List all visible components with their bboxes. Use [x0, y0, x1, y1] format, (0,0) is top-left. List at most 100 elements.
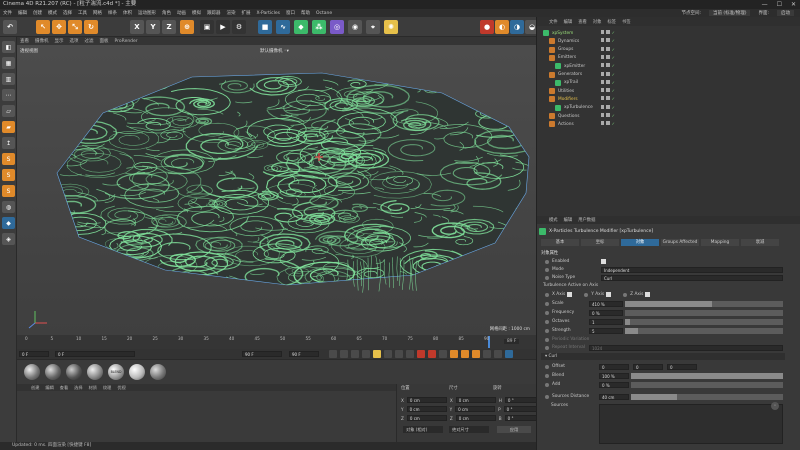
play-icon[interactable]	[373, 350, 381, 358]
frame-end-field-2[interactable]: 90 F	[289, 351, 319, 357]
visibility-dot-icon[interactable]	[601, 79, 605, 84]
object-menu-item[interactable]: 编辑	[564, 19, 573, 25]
viewport-menu-item[interactable]: 选项	[70, 38, 79, 44]
visibility-dot-icon[interactable]	[601, 54, 605, 59]
z-axis-checkbox[interactable]	[645, 292, 651, 297]
pos-y-field[interactable]: 0 cm	[406, 406, 447, 412]
array-icon[interactable]: ⁂	[312, 20, 326, 34]
render-view-icon[interactable]: ▶	[216, 20, 230, 34]
timeline-ruler[interactable]: 89 F 0 5 10 15 20 25 30 35 40 45 50 55 60 65 70 75 80 85 9…	[17, 335, 536, 349]
visibility-dot-icon[interactable]	[601, 121, 605, 126]
material-icon[interactable]: ◐	[495, 20, 509, 34]
object-row[interactable]: Groups	[549, 46, 573, 54]
object-row[interactable]: xpSystem	[543, 29, 573, 37]
render-picture-icon[interactable]: ●	[480, 20, 494, 34]
snap-settings-icon[interactable]: S	[2, 169, 15, 181]
edges-mode-icon[interactable]: ▱	[2, 105, 15, 117]
animation-dot-icon[interactable]	[545, 275, 549, 280]
animation-dot-icon[interactable]	[545, 394, 549, 399]
prev-key-icon[interactable]	[340, 350, 348, 358]
menu-item[interactable]: 网格	[93, 10, 102, 16]
visibility-dot-icon[interactable]	[606, 104, 610, 109]
render-region-icon[interactable]: ▣	[200, 20, 214, 34]
animation-dot-icon[interactable]	[545, 373, 549, 378]
key-scale-icon[interactable]	[461, 350, 469, 358]
enabled-checkbox[interactable]	[601, 259, 606, 264]
shading-icon[interactable]: ◑	[510, 20, 524, 34]
apply-button[interactable]: 应用	[497, 426, 531, 433]
deformer-icon[interactable]: ◎	[330, 20, 344, 34]
animation-dot-icon[interactable]	[545, 267, 549, 272]
menu-item[interactable]: 模拟	[192, 10, 201, 16]
visibility-dot-icon[interactable]	[606, 113, 610, 117]
visibility-dot-icon[interactable]	[606, 63, 610, 68]
visibility-dot-icon[interactable]	[606, 46, 610, 51]
material-ball[interactable]	[150, 364, 166, 380]
play-back-icon[interactable]	[362, 350, 370, 358]
animation-dot-icon[interactable]	[623, 292, 628, 297]
frequency-field[interactable]: 0 %	[589, 310, 623, 316]
object-visibility[interactable]: ✓	[601, 96, 615, 102]
nurbs-icon[interactable]: ◆	[294, 20, 308, 34]
render-settings-icon[interactable]: ⚙	[232, 20, 246, 34]
frequency-slider[interactable]	[625, 310, 783, 316]
menu-item[interactable]: 选择	[63, 10, 72, 16]
animation-dot-icon[interactable]	[584, 292, 589, 297]
polygons-mode-icon[interactable]: ▰	[2, 121, 15, 133]
coord-icon[interactable]: ⊕	[180, 20, 194, 34]
object-visibility[interactable]: ✓	[601, 54, 615, 61]
viewport-menu-item[interactable]: 显示	[55, 38, 64, 44]
object-visibility[interactable]: ✓	[601, 79, 615, 86]
quantize-icon[interactable]: ◆	[2, 217, 15, 229]
object-row[interactable]: xpEmitter	[555, 62, 585, 70]
menu-item[interactable]: X-Particles	[257, 11, 280, 16]
enabled-check-icon[interactable]: ✓	[612, 121, 615, 127]
object-visibility[interactable]: ✓	[601, 46, 615, 53]
material-menu-item[interactable]: 编辑	[45, 385, 53, 391]
camera-icon[interactable]: ⌖	[366, 20, 380, 34]
animation-dot-icon[interactable]	[545, 345, 549, 350]
animation-dot-icon[interactable]	[545, 328, 549, 333]
material-menu-item[interactable]: 创建	[31, 385, 39, 391]
animation-dot-icon[interactable]	[545, 364, 549, 369]
coord-mode-select[interactable]: 对象 (相对)	[403, 426, 443, 433]
material-ball[interactable]	[66, 364, 82, 380]
sources-distance-field[interactable]: 40 cm	[599, 394, 629, 400]
guide-icon[interactable]: ◈	[2, 233, 15, 245]
menu-item[interactable]: 帮助	[301, 10, 310, 16]
visibility-dot-icon[interactable]	[601, 96, 605, 101]
animation-dot-icon[interactable]	[545, 337, 549, 342]
strength-field[interactable]: 5	[589, 328, 623, 334]
menu-item[interactable]: 渲染	[227, 10, 236, 16]
key-param-icon[interactable]	[483, 350, 491, 358]
animation-dot-icon[interactable]	[545, 259, 549, 264]
object-row[interactable]: Dynamics	[549, 37, 579, 45]
material-menu-item[interactable]: 优视	[117, 385, 125, 391]
y-axis-checkbox[interactable]	[606, 292, 612, 297]
offset-x-field[interactable]: 0	[599, 364, 629, 370]
scene-icon[interactable]: ◉	[348, 20, 362, 34]
make-editable-icon[interactable]: ◧	[2, 41, 15, 53]
object-row[interactable]: Questions	[549, 112, 579, 120]
object-row[interactable]: xpTurbulence	[555, 104, 593, 112]
x-axis-checkbox[interactable]	[567, 292, 573, 297]
object-visibility[interactable]: ✓	[601, 38, 615, 44]
menu-item[interactable]: Octane	[316, 11, 332, 16]
object-menu-item[interactable]: 对象	[593, 19, 602, 25]
visibility-dot-icon[interactable]	[601, 113, 605, 117]
visibility-dot-icon[interactable]	[606, 96, 610, 101]
size-x-field[interactable]: 0 cm	[455, 397, 496, 403]
soft-select-icon[interactable]: S	[2, 185, 15, 197]
scale-field[interactable]: 410 %	[589, 301, 623, 307]
visibility-dot-icon[interactable]	[601, 38, 605, 43]
enabled-check-icon[interactable]: ✓	[612, 63, 615, 69]
axis-y-icon[interactable]: Y	[146, 20, 160, 34]
object-visibility[interactable]: ✓	[601, 104, 615, 111]
animation-dot-icon[interactable]	[545, 319, 549, 324]
menu-item[interactable]: 运动图形	[138, 10, 156, 16]
visibility-dot-icon[interactable]	[606, 121, 610, 126]
rotate-icon[interactable]: ↻	[84, 20, 98, 34]
visibility-dot-icon[interactable]	[601, 88, 605, 93]
visibility-dot-icon[interactable]	[606, 71, 610, 76]
lock-icon[interactable]: ◍	[2, 201, 15, 213]
